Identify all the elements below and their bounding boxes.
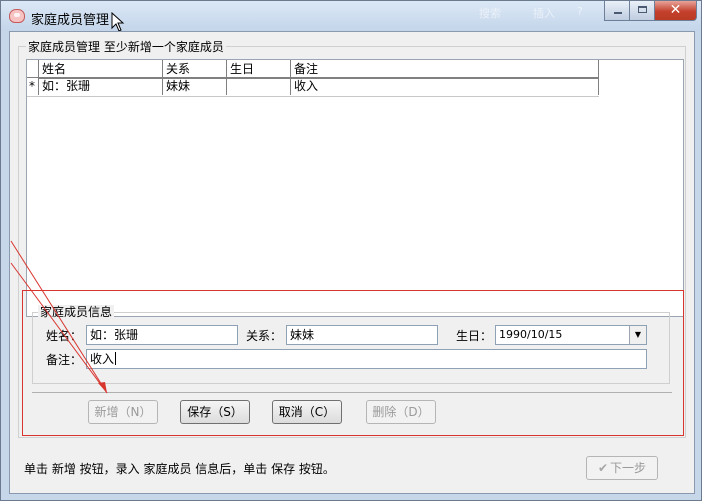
new-row-marker: * bbox=[27, 78, 39, 95]
grid-header: 姓名 关系 生日 备注 bbox=[27, 60, 599, 79]
column-header-relation[interactable]: 关系 bbox=[163, 60, 227, 78]
minimize-icon bbox=[614, 12, 622, 14]
instruction-text: 单击 新增 按钮，录入 家庭成员 信息后，单击 保存 按钮。 bbox=[24, 462, 335, 476]
grid-group-legend: 家庭成员管理 至少新增一个家庭成员 bbox=[26, 40, 226, 54]
background-ghost-label: 搜索 bbox=[479, 7, 501, 20]
title-bar[interactable]: 家庭成员管理 搜索 插入 ? 打 ✕ bbox=[1, 1, 701, 32]
background-ghost-label: 插入 bbox=[533, 7, 555, 20]
member-grid[interactable]: 姓名 关系 生日 备注 * 如：张珊 妹妹 收入 bbox=[26, 59, 684, 317]
maximize-button[interactable] bbox=[629, 1, 655, 21]
row-header-corner bbox=[27, 60, 39, 78]
minimize-button[interactable] bbox=[604, 1, 630, 21]
cell-relation[interactable]: 妹妹 bbox=[163, 78, 227, 95]
check-icon: ✔ bbox=[597, 461, 609, 475]
column-header-note[interactable]: 备注 bbox=[291, 60, 599, 78]
close-button[interactable]: ✕ bbox=[654, 1, 697, 21]
piggy-bank-icon bbox=[9, 9, 25, 23]
table-row[interactable]: * 如：张珊 妹妹 收入 bbox=[27, 78, 599, 97]
column-header-name[interactable]: 姓名 bbox=[39, 60, 163, 78]
cell-name[interactable]: 如：张珊 bbox=[39, 78, 163, 95]
column-header-birthday[interactable]: 生日 bbox=[227, 60, 291, 78]
background-ghost-label: ? bbox=[577, 5, 583, 18]
next-button[interactable]: ✔ 下一步 bbox=[586, 456, 658, 480]
dialog-body: 家庭成员管理 至少新增一个家庭成员 姓名 关系 生日 备注 * 如：张珊 妹妹 … bbox=[9, 31, 695, 494]
maximize-icon bbox=[638, 6, 647, 13]
family-member-window: 家庭成员管理 搜索 插入 ? 打 ✕ 家庭成员管理 至少新增一个家庭成员 姓名 … bbox=[0, 0, 702, 501]
cell-note[interactable]: 收入 bbox=[291, 78, 599, 95]
close-icon: ✕ bbox=[669, 2, 682, 18]
next-button-label: 下一步 bbox=[610, 461, 647, 475]
cell-birthday[interactable] bbox=[227, 78, 291, 95]
mouse-pointer-icon bbox=[111, 12, 125, 32]
annotation-highlight-box bbox=[22, 290, 684, 436]
window-title: 家庭成员管理 bbox=[31, 13, 110, 28]
